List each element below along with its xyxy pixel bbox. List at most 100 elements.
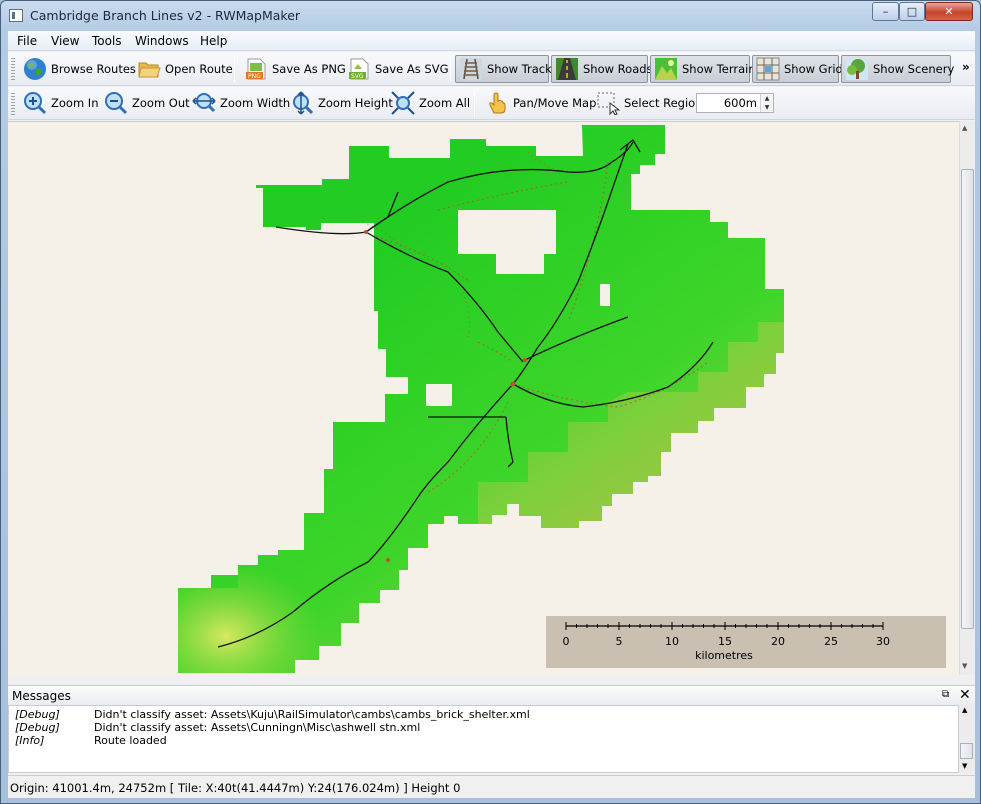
route-map[interactable] [8,122,959,675]
browse-routes-label: Browse Routes [51,62,136,76]
scrollbar-thumb[interactable] [960,743,973,759]
browse-routes-button[interactable]: Browse Routes [23,55,136,83]
zoom-width-label: Zoom Width [220,96,291,110]
save-as-png-button[interactable]: PNG Save As PNG [244,55,346,83]
scale-tick-15: 15 [718,635,732,648]
scale-tick-25: 25 [824,635,838,648]
grid-icon [756,57,780,81]
show-scenery-toggle[interactable]: Show Scenery [841,55,955,83]
terrain-layer [178,125,784,673]
hand-pointer-icon [489,92,506,114]
view-toolbar: Zoom In Zoom Out Zoom Width Zoom Height … [8,87,975,120]
save-as-svg-label: Save As SVG [375,62,449,76]
region-size-value[interactable]: 600m [724,96,757,110]
scale-tick-10: 10 [665,635,679,648]
railway-track-icon [460,58,482,80]
status-text: Origin: 41001.4m, 24752m [ Tile: X:40t(4… [10,781,461,795]
scale-tick-30: 30 [876,635,890,648]
open-route-button[interactable]: Open Route [137,55,233,83]
scrollbar-thumb[interactable] [961,169,974,629]
menu-windows[interactable]: Windows [135,34,189,48]
svg-text:PNG: PNG [248,73,261,80]
scroll-down-arrow-icon[interactable]: ▼ [962,762,967,770]
scroll-up-arrow-icon[interactable]: ▲ [962,124,967,132]
zoom-all-icon [391,91,415,115]
message-level: [Debug] [15,721,60,734]
show-track-label: Show Track [487,62,552,76]
zoom-out-label: Zoom Out [132,96,190,110]
map-vertical-scrollbar[interactable]: ▲ ▼ [959,121,975,675]
zoom-width-icon [192,93,216,113]
save-as-svg-button[interactable]: SVG Save As SVG [347,55,448,83]
scale-tick-0: 0 [563,635,570,648]
app-icon[interactable] [9,9,23,22]
select-region-button[interactable]: Select Region [596,89,703,117]
scale-bar: 0 5 10 15 20 25 30 kilometres [546,616,946,668]
zoom-width-button[interactable]: Zoom Width [192,89,290,117]
scroll-up-arrow-icon[interactable]: ▲ [962,706,967,714]
message-level: [Debug] [15,708,60,721]
show-roads-toggle[interactable]: Show Roads [551,55,653,83]
show-terrain-toggle[interactable]: Show Terrain [650,55,756,83]
scroll-down-arrow-icon[interactable]: ▼ [962,662,967,670]
messages-log[interactable]: [Debug] Didn't classify asset: Assets\Ku… [8,705,959,773]
pan-move-map-button[interactable]: Pan/Move Map [485,89,596,117]
svg-text:SVG: SVG [351,73,364,80]
maximize-button[interactable]: □ [899,2,925,21]
zoom-out-icon [105,92,128,115]
zoom-height-button[interactable]: Zoom Height [290,89,393,117]
svg-file-icon: SVG [349,58,369,80]
zoom-out-button[interactable]: Zoom Out [104,89,190,117]
folder-open-icon [138,62,161,78]
show-grid-label: Show Grid [784,62,843,76]
toolbar-grip[interactable] [11,93,15,115]
menu-file[interactable]: File [17,34,37,48]
main-toolbar: Browse Routes Open Route PNG Save As PNG [8,52,975,86]
zoom-height-icon [293,91,314,115]
menu-view[interactable]: View [51,34,79,48]
toolbar-separator [474,91,475,117]
pan-move-map-label: Pan/Move Map [513,96,597,110]
close-icon[interactable]: ✕ [959,687,971,703]
show-terrain-label: Show Terrain [682,62,756,76]
close-button[interactable]: ✕ [925,2,973,21]
toolbar-separator [450,56,451,82]
title-bar[interactable]: Cambridge Branch Lines v2 - RWMapMaker –… [1,1,980,31]
open-route-label: Open Route [165,62,233,76]
zoom-all-label: Zoom All [419,96,471,110]
zoom-in-icon [24,92,47,115]
globe-icon [24,58,46,80]
zoom-height-label: Zoom Height [318,96,393,110]
scale-ruler: 0 5 10 15 20 25 30 kilometres [563,622,890,662]
spin-down-arrow-icon[interactable]: ▼ [760,103,773,112]
list-item: [Debug] Didn't classify asset: Assets\Cu… [9,721,958,734]
application-window: Cambridge Branch Lines v2 - RWMapMaker –… [0,0,981,804]
show-grid-toggle[interactable]: Show Grid [752,55,843,83]
undock-icon[interactable]: ⧉ [942,689,949,700]
toolbar-overflow-button[interactable]: » [962,60,970,74]
show-scenery-label: Show Scenery [873,62,955,76]
client-area: File View Tools Windows Help Browse Rout… [8,31,975,798]
list-item: [Info] Route loaded [9,734,958,747]
region-size-spinbox[interactable]: 600m ▲ ▼ [696,93,774,113]
messages-title: Messages [12,689,71,703]
zoom-in-button[interactable]: Zoom In [23,89,99,117]
terrain-icon [655,58,677,80]
select-region-icon [597,92,620,115]
scale-unit-label: kilometres [695,649,753,662]
message-text: Didn't classify asset: Assets\Cunningn\M… [94,721,421,734]
scale-tick-20: 20 [771,635,785,648]
select-region-label: Select Region [624,96,703,110]
show-track-toggle[interactable]: Show Track [455,55,552,83]
zoom-all-button[interactable]: Zoom All [391,89,470,117]
toolbar-grip[interactable] [11,58,15,80]
menu-tools[interactable]: Tools [92,34,122,48]
map-canvas[interactable]: 0 5 10 15 20 25 30 kilometres [8,121,959,675]
minimize-button[interactable]: – [872,2,899,21]
messages-scrollbar[interactable]: ▲ ▼ [959,705,975,773]
spin-up-arrow-icon[interactable]: ▲ [760,94,773,103]
show-roads-label: Show Roads [583,62,653,76]
message-level: [Info] [15,734,45,747]
menu-help[interactable]: Help [200,34,227,48]
message-text: Didn't classify asset: Assets\Kuju\RailS… [94,708,530,721]
